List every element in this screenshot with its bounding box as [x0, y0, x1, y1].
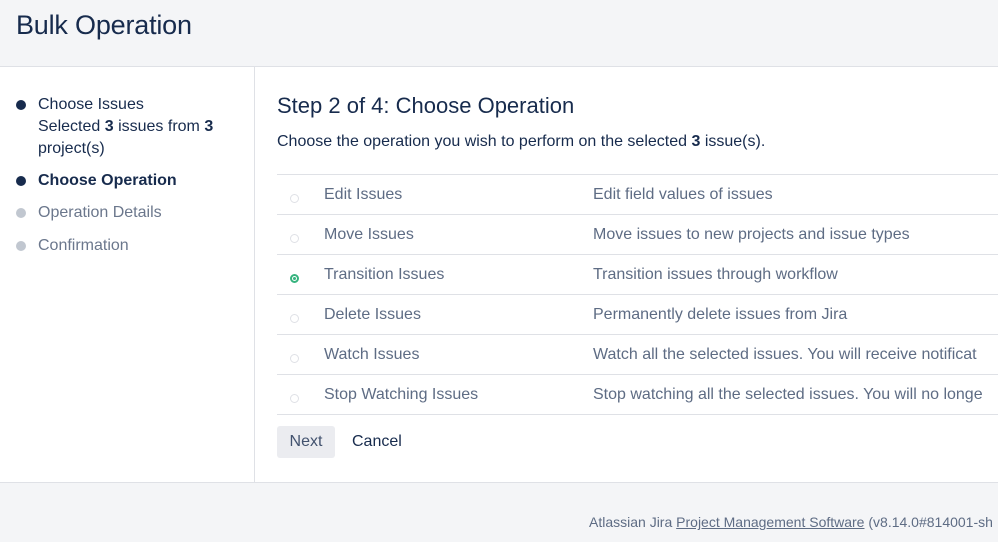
step-done-dot-icon [16, 100, 26, 110]
intro-text: Choose the operation you wish to perform… [277, 133, 765, 151]
radio-button-selected[interactable] [290, 274, 299, 283]
step-pending-dot-icon [16, 241, 26, 251]
operations-table: Edit Issues Edit field values of issues … [277, 174, 998, 415]
radio-button[interactable] [290, 354, 299, 363]
operation-name: Stop Watching Issues [324, 386, 479, 403]
step-label: Choose Operation [38, 172, 177, 189]
summary-suffix: project(s) [38, 140, 105, 157]
operation-row-move[interactable]: Move Issues Move issues to new projects … [277, 215, 998, 255]
page-title: Bulk Operation [16, 10, 192, 40]
radio-button[interactable] [290, 194, 299, 203]
operation-row-transition[interactable]: Transition Issues Transition issues thro… [277, 255, 998, 295]
operation-row-watch[interactable]: Watch Issues Watch all the selected issu… [277, 335, 998, 375]
operation-description: Watch all the selected issues. You will … [593, 346, 977, 363]
operation-name: Move Issues [324, 226, 414, 243]
footer-text: Atlassian Jira Project Management Softwa… [589, 514, 993, 530]
step-title: Step 2 of 4: Choose Operation [277, 93, 575, 118]
step-label: Choose Issues [38, 96, 144, 113]
step-label: Operation Details [38, 204, 162, 221]
main-content: Step 2 of 4: Choose Operation Choose the… [256, 67, 998, 482]
operation-row-stop-watching[interactable]: Stop Watching Issues Stop watching all t… [277, 375, 998, 415]
operation-description: Edit field values of issues [593, 186, 773, 203]
operation-row-edit[interactable]: Edit Issues Edit field values of issues [277, 175, 998, 215]
operation-description: Permanently delete issues from Jira [593, 306, 848, 323]
step-label: Confirmation [38, 237, 129, 254]
summary-middle: issues from [113, 118, 205, 135]
step-pending-dot-icon [16, 208, 26, 218]
operation-name: Edit Issues [324, 186, 403, 203]
operation-name: Watch Issues [324, 346, 420, 363]
summary-project-count: 3 [204, 118, 214, 135]
operation-description: Move issues to new projects and issue ty… [593, 226, 910, 243]
operation-row-delete[interactable]: Delete Issues Permanently delete issues … [277, 295, 998, 335]
operation-name: Transition Issues [324, 266, 445, 283]
next-button[interactable]: Next [277, 426, 335, 458]
summary-prefix: Selected [38, 118, 105, 135]
page-header: Bulk Operation [0, 0, 998, 67]
steps-sidebar: Choose Issues Selected 3 issues from 3 p… [0, 67, 255, 482]
radio-button[interactable] [290, 394, 299, 403]
step-current-dot-icon [16, 176, 26, 186]
radio-button[interactable] [290, 314, 299, 323]
summary-issue-count: 3 [104, 118, 114, 135]
page-footer: Atlassian Jira Project Management Softwa… [0, 482, 998, 542]
radio-button[interactable] [290, 234, 299, 243]
intro-prefix: Choose the operation you wish to perform… [277, 133, 692, 150]
operation-name: Delete Issues [324, 306, 421, 323]
operation-description: Stop watching all the selected issues. Y… [593, 386, 983, 403]
footer-prefix: Atlassian Jira [589, 514, 677, 530]
footer-link[interactable]: Project Management Software [676, 514, 864, 530]
selection-summary: Selected 3 issues from 3 project(s) [38, 116, 238, 160]
operation-description: Transition issues through workflow [593, 266, 838, 283]
cancel-button[interactable]: Cancel [346, 426, 408, 458]
footer-suffix: (v8.14.0#814001-sh [864, 514, 993, 530]
intro-suffix: issue(s). [700, 133, 766, 150]
